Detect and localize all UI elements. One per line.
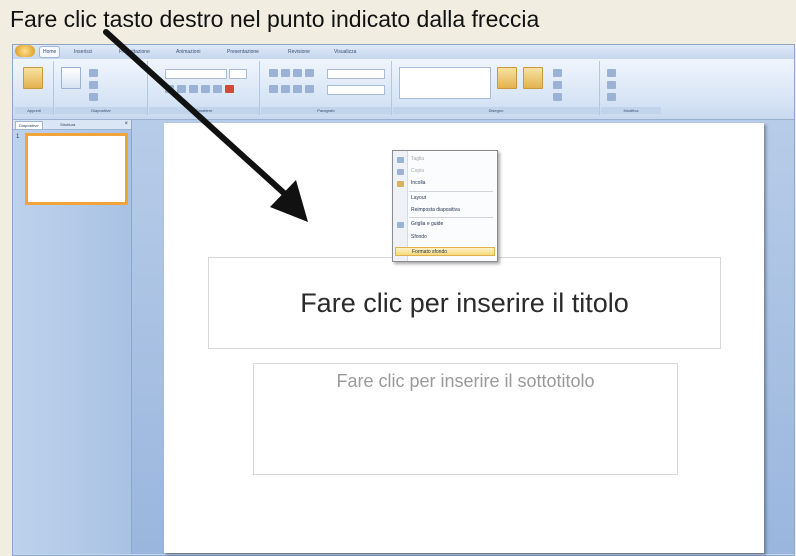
tab-insert[interactable]: Inserisci [71, 47, 95, 57]
select-icon[interactable] [607, 93, 616, 101]
replace-icon[interactable] [607, 81, 616, 89]
menu-item-cut[interactable]: Taglia [408, 155, 494, 164]
tab-slides[interactable]: Diapositive [15, 121, 43, 130]
italic-icon[interactable] [177, 85, 186, 93]
menu-item-grid-guides[interactable]: Griglia e guide [408, 220, 494, 229]
ribbon-group-font: Carattere [149, 61, 260, 115]
slide-thumbnail[interactable] [25, 133, 128, 205]
menu-item-format-background[interactable]: Formato sfondo [395, 247, 495, 256]
align-right-icon[interactable] [293, 85, 302, 93]
align-center-icon[interactable] [281, 85, 290, 93]
title-placeholder-text: Fare clic per inserire il titolo [300, 287, 629, 318]
context-menu-gutter [393, 151, 408, 261]
paste-icon[interactable] [23, 67, 43, 89]
subtitle-placeholder-text: Fare clic per inserire il sottotitolo [336, 371, 595, 391]
font-size-field[interactable] [229, 69, 247, 79]
shape-effects-icon[interactable] [553, 93, 562, 101]
ribbon-group-slides: Diapositive [55, 61, 148, 115]
slide-number: 1 [16, 134, 20, 140]
bullets-icon[interactable] [269, 69, 278, 77]
tab-slideshow[interactable]: Presentazione [224, 47, 262, 57]
shape-fill-icon[interactable] [553, 69, 562, 77]
decrease-indent-icon[interactable] [293, 69, 302, 77]
font-name-field[interactable] [165, 69, 227, 79]
delete-icon[interactable] [89, 93, 98, 101]
paste-icon [397, 181, 404, 187]
font-color-icon[interactable] [225, 85, 234, 93]
new-slide-icon[interactable] [61, 67, 81, 89]
tab-outline[interactable]: Struttura [57, 121, 78, 128]
instruction-caption: Fare clic tasto destro nel punto indicat… [10, 6, 540, 32]
arrange-icon[interactable] [497, 67, 517, 89]
strikethrough-icon[interactable] [201, 85, 210, 93]
align-left-icon[interactable] [269, 85, 278, 93]
shadow-icon[interactable] [213, 85, 222, 93]
pane-tab-bar: Diapositive Struttura × [13, 120, 131, 130]
ribbon-group-label: Diapositive [55, 107, 147, 114]
tab-view[interactable]: Visualizza [331, 47, 359, 57]
menu-item-layout[interactable]: Layout [408, 194, 494, 203]
find-icon[interactable] [607, 69, 616, 77]
reset-icon[interactable] [89, 81, 98, 89]
menu-item-copy[interactable]: Copia [408, 167, 494, 176]
menu-separator [409, 191, 493, 192]
context-menu: Taglia Copia Incolla Layout Reimposta di… [392, 150, 498, 262]
bold-icon[interactable] [165, 85, 174, 93]
slides-pane: Diapositive Struttura × 1 [13, 120, 132, 554]
quick-styles-icon[interactable] [523, 67, 543, 89]
menu-item-paste[interactable]: Incolla [408, 179, 494, 188]
ribbon: Appunti Diapositive Carattere Paragrafo … [13, 59, 794, 120]
increase-indent-icon[interactable] [305, 69, 314, 77]
close-icon[interactable]: × [124, 121, 128, 128]
tab-design[interactable]: Progettazione [116, 47, 153, 57]
ribbon-group-label: Modifica [601, 107, 661, 114]
ribbon-group-label: Disegno [393, 107, 599, 114]
ribbon-group-editing: Modifica [601, 61, 661, 115]
layout-icon[interactable] [89, 69, 98, 77]
ribbon-group-label: Paragrafo [261, 107, 391, 114]
tab-review[interactable]: Revisione [285, 47, 313, 57]
shape-outline-icon[interactable] [553, 81, 562, 89]
underline-icon[interactable] [189, 85, 198, 93]
ribbon-group-drawing: Disegno [393, 61, 600, 115]
ribbon-group-clipboard: Appunti [15, 61, 54, 115]
grid-icon [397, 222, 404, 228]
shapes-gallery[interactable] [399, 67, 491, 99]
numbering-icon[interactable] [281, 69, 290, 77]
title-placeholder[interactable]: Fare clic per inserire il titolo [208, 257, 721, 349]
tab-home[interactable]: Home [39, 46, 61, 58]
ribbon-group-label: Carattere [149, 107, 259, 114]
menu-separator [409, 217, 493, 218]
cut-icon [397, 157, 404, 163]
justify-icon[interactable] [305, 85, 314, 93]
tab-animations[interactable]: Animazioni [173, 47, 203, 57]
subtitle-placeholder[interactable]: Fare clic per inserire il sottotitolo [253, 363, 678, 475]
menu-item-reset-slide[interactable]: Reimposta diapositiva [408, 206, 494, 215]
align-text-field[interactable] [327, 85, 385, 95]
ribbon-group-paragraph: Paragrafo [261, 61, 392, 115]
ribbon-group-label: Appunti [15, 107, 53, 114]
text-direction-field[interactable] [327, 69, 385, 79]
powerpoint-window: Home Inserisci Progettazione Animazioni … [12, 44, 795, 556]
copy-icon [397, 169, 404, 175]
ribbon-tab-bar: Home Inserisci Progettazione Animazioni … [13, 45, 794, 59]
menu-item-background[interactable]: Sfondo [408, 233, 494, 242]
office-button-icon[interactable] [15, 45, 35, 57]
